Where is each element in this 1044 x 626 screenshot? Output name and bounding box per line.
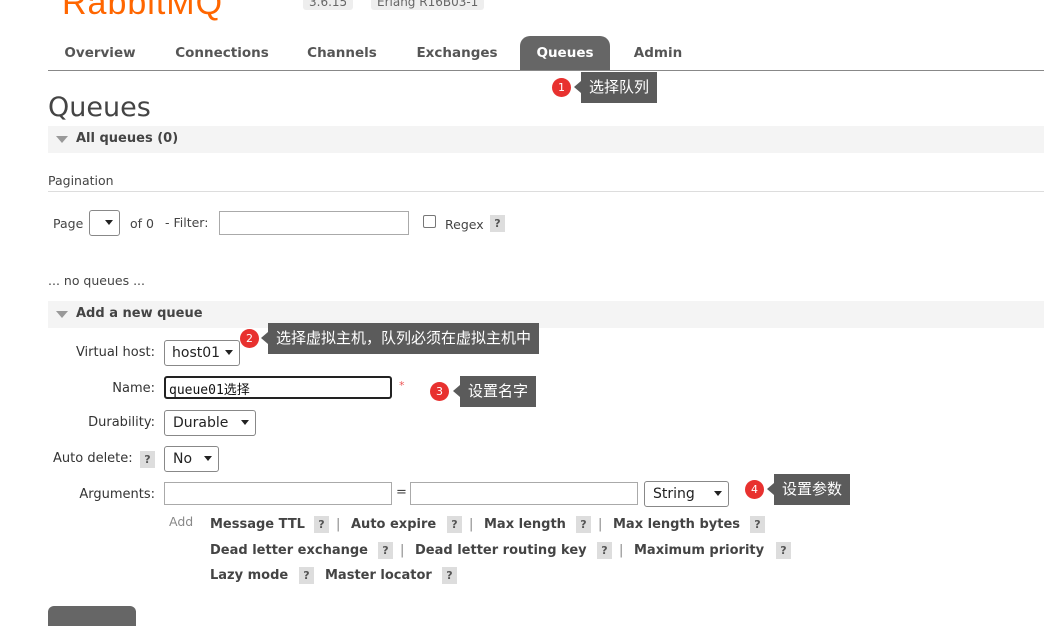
arg-maximum-priority[interactable]: Maximum priority	[634, 543, 764, 558]
tab-exchanges[interactable]: Exchanges	[406, 36, 508, 70]
separator: |	[469, 517, 474, 532]
chevron-down-icon	[714, 491, 722, 496]
separator: |	[336, 517, 341, 532]
annotation-badge-2: 2	[240, 329, 259, 348]
regex-label: Regex	[445, 217, 484, 232]
chevron-down-icon	[241, 420, 249, 425]
tab-admin[interactable]: Admin	[626, 36, 690, 70]
annotation-callout-3: 设置名字	[452, 376, 537, 407]
arg-max-length[interactable]: Max length	[484, 517, 566, 532]
name-label: Name:	[112, 381, 155, 396]
equals-sign: =	[396, 485, 407, 500]
add-queue-label: Add a new queue	[76, 306, 203, 321]
arg-dead-letter-exchange[interactable]: Dead letter exchange	[210, 543, 368, 558]
help-icon[interactable]: ?	[576, 516, 591, 533]
all-queues-header[interactable]: All queues (0)	[48, 126, 1044, 153]
collapse-triangle-icon	[56, 311, 68, 318]
help-icon[interactable]: ?	[750, 516, 765, 533]
help-icon[interactable]: ?	[314, 516, 329, 533]
chevron-down-icon	[105, 220, 113, 225]
add-queue-button[interactable]	[48, 606, 136, 626]
chevron-down-icon	[225, 350, 233, 355]
durability-select[interactable]: Durable	[164, 410, 256, 436]
arg-lazy-mode[interactable]: Lazy mode	[210, 568, 288, 583]
separator: |	[400, 543, 405, 558]
arguments-label: Arguments:	[79, 487, 155, 502]
arg-auto-expire[interactable]: Auto expire	[351, 517, 436, 532]
main-nav: Overview Connections Channels Exchanges …	[48, 36, 1044, 71]
help-icon[interactable]: ?	[299, 567, 314, 584]
annotation-badge-4: 4	[745, 480, 764, 499]
pagination-label: Pagination	[48, 173, 114, 188]
auto-delete-select[interactable]: No	[164, 446, 219, 472]
required-marker: *	[399, 379, 405, 392]
page-title: Queues	[48, 92, 151, 123]
help-icon[interactable]: ?	[378, 542, 393, 559]
tab-overview[interactable]: Overview	[48, 36, 152, 70]
separator: |	[619, 543, 624, 558]
virtual-host-label: Virtual host:	[75, 345, 155, 360]
divider	[48, 191, 1044, 192]
version-badge: 3.6.15	[303, 0, 354, 10]
arg-master-locator[interactable]: Master locator	[325, 568, 432, 583]
auto-delete-value: No	[173, 451, 193, 467]
filter-label: - Filter:	[165, 215, 209, 230]
annotation-callout-2: 选择虚拟主机，队列必须在虚拟主机中	[260, 323, 540, 354]
tab-queues[interactable]: Queues	[520, 36, 610, 70]
annotation-callout-1: 选择队列	[573, 72, 658, 103]
auto-delete-help-icon[interactable]: ?	[140, 451, 155, 468]
page-select[interactable]	[89, 210, 120, 236]
help-icon[interactable]: ?	[442, 567, 457, 584]
add-queue-header[interactable]: Add a new queue	[48, 301, 1044, 328]
erlang-badge: Erlang R16B03-1	[371, 0, 485, 10]
arg-max-length-bytes[interactable]: Max length bytes	[613, 517, 740, 532]
arg-message-ttl[interactable]: Message TTL	[210, 517, 305, 532]
argument-key-input[interactable]	[164, 482, 392, 505]
no-queues-text: ... no queues ...	[48, 273, 146, 288]
help-icon[interactable]: ?	[597, 542, 612, 559]
of-pages-label: of 0	[130, 216, 154, 231]
durability-label: Durability:	[88, 415, 155, 430]
virtual-host-select[interactable]: host01	[164, 340, 240, 366]
page-label: Page	[53, 216, 84, 231]
separator: |	[598, 517, 603, 532]
name-input[interactable]: queue01选择	[164, 376, 392, 399]
rabbitmq-logo: RabbitMQ	[62, 0, 224, 22]
name-input-value: queue01选择	[169, 383, 250, 398]
tab-connections[interactable]: Connections	[166, 36, 278, 70]
filter-input[interactable]	[219, 211, 409, 235]
tab-channels[interactable]: Channels	[296, 36, 388, 70]
all-queues-label: All queues (0)	[76, 131, 179, 146]
argument-value-input[interactable]	[410, 482, 638, 505]
chevron-down-icon	[204, 456, 212, 461]
auto-delete-label: Auto delete:	[53, 451, 133, 466]
virtual-host-value: host01	[172, 345, 221, 361]
regex-help-icon[interactable]: ?	[490, 215, 505, 232]
arg-dead-letter-routing-key[interactable]: Dead letter routing key	[415, 543, 587, 558]
regex-checkbox[interactable]	[423, 215, 436, 228]
argument-type-value: String	[653, 486, 695, 502]
annotation-badge-3: 3	[430, 382, 449, 401]
argument-type-select[interactable]: String	[644, 481, 729, 507]
durability-value: Durable	[173, 415, 229, 431]
help-icon[interactable]: ?	[776, 542, 791, 559]
annotation-callout-4: 设置参数	[766, 474, 851, 505]
add-label: Add	[169, 514, 194, 529]
collapse-triangle-icon	[56, 136, 68, 143]
annotation-badge-1: 1	[552, 78, 571, 97]
help-icon[interactable]: ?	[447, 516, 462, 533]
